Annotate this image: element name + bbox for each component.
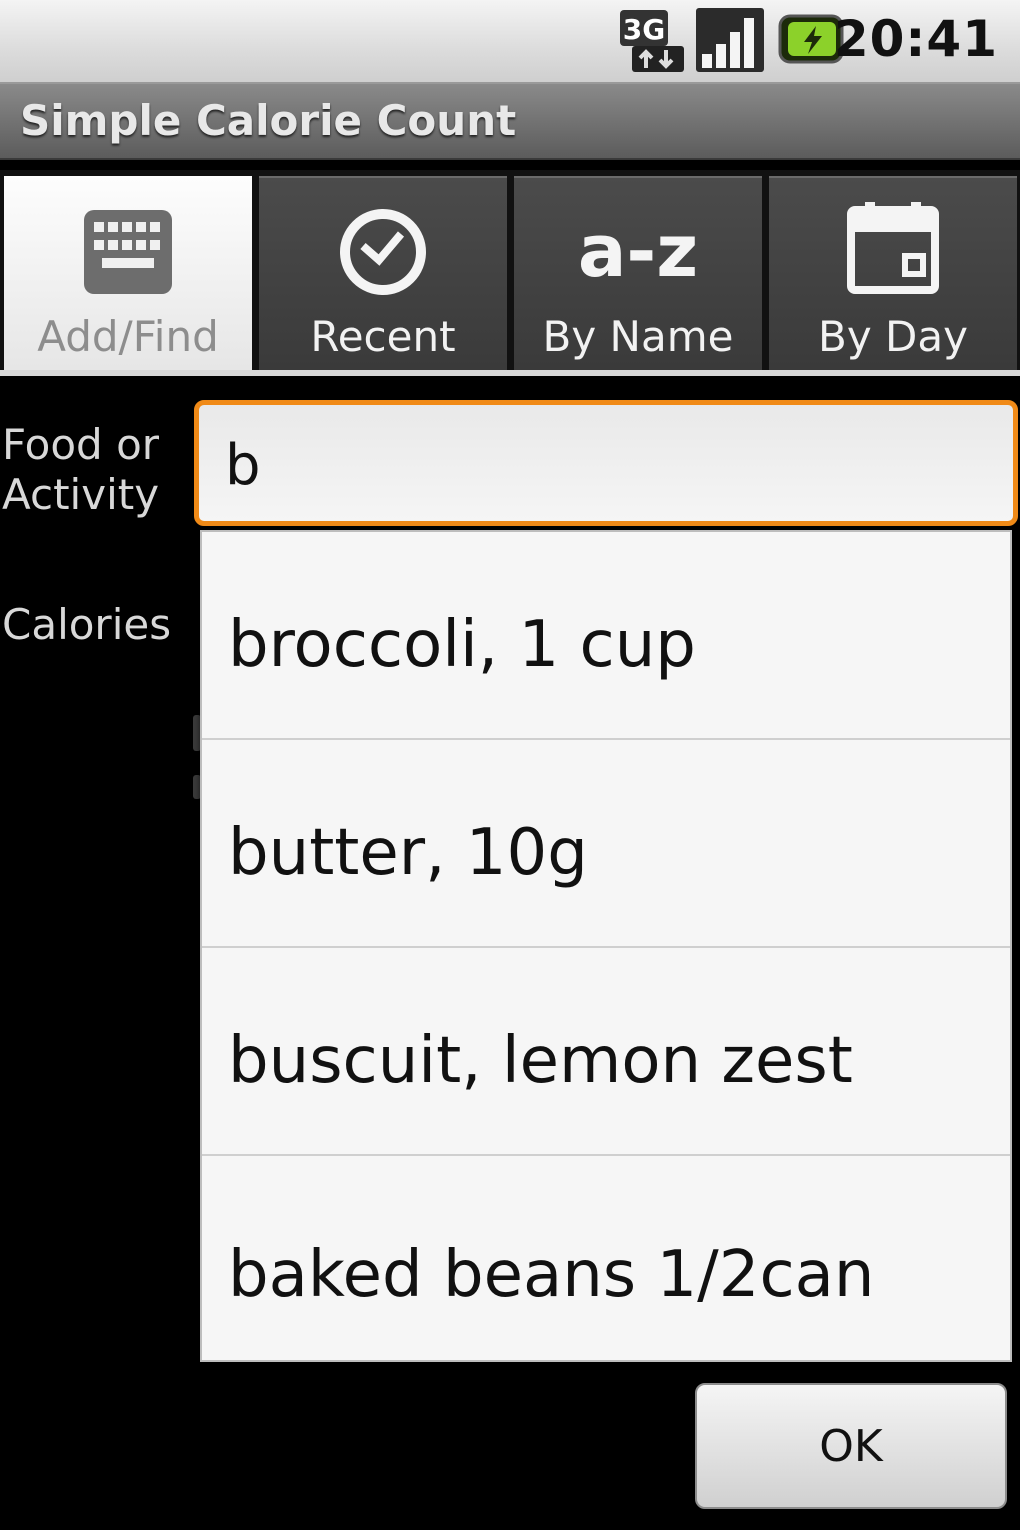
ok-button[interactable]: OK (695, 1383, 1007, 1509)
autocomplete-dropdown: broccoli, 1 cup butter, 10g buscuit, lem… (200, 530, 1012, 1362)
food-input[interactable]: b (194, 400, 1018, 526)
calories-label: Calories (2, 600, 172, 649)
clock-time: 20:41 (833, 10, 998, 68)
tab-add-find[interactable]: Add/Find (4, 176, 252, 370)
tab-label: Recent (310, 312, 456, 361)
app-title: Simple Calorie Count (20, 96, 517, 145)
suggestion-text: buscuit, lemon zest (228, 1024, 853, 1098)
suggestion-text: butter, 10g (228, 816, 588, 890)
clock-icon (259, 200, 507, 296)
suggestion-text: broccoli, 1 cup (228, 608, 696, 682)
tab-strip: Add/Find Recent a-z By Name By Day (0, 170, 1020, 370)
tab-by-name[interactable]: a-z By Name (514, 176, 762, 370)
keyboard-icon (4, 200, 252, 296)
suggestion-text: baked beans 1/2can (228, 1238, 875, 1312)
a-z-icon: a-z (514, 200, 762, 296)
tab-underline (0, 370, 1020, 376)
food-input-value: b (225, 433, 261, 498)
tab-recent[interactable]: Recent (259, 176, 507, 370)
suggestion-item[interactable]: baked beans 1/2can (202, 1156, 1010, 1360)
screen: 3G 20:41 Simple Calorie Count Add/Find R… (0, 0, 1020, 1530)
svg-text:a-z: a-z (578, 209, 698, 293)
tab-label: By Name (542, 312, 734, 361)
calendar-icon (769, 200, 1017, 296)
suggestion-item[interactable]: butter, 10g (202, 740, 1010, 948)
status-bar: 3G 20:41 (0, 0, 1020, 84)
suggestion-item[interactable]: buscuit, lemon zest (202, 948, 1010, 1156)
title-bar: Simple Calorie Count (0, 84, 1020, 160)
tab-label: By Day (818, 312, 968, 361)
3g-data-icon: 3G (618, 8, 686, 78)
3g-label: 3G (623, 13, 665, 46)
tab-by-day[interactable]: By Day (769, 176, 1017, 370)
food-label: Food or Activity (2, 420, 160, 519)
suggestion-item[interactable]: broccoli, 1 cup (202, 532, 1010, 740)
tab-label: Add/Find (37, 312, 219, 361)
ok-label: OK (819, 1421, 883, 1472)
signal-strength-icon (696, 8, 764, 78)
